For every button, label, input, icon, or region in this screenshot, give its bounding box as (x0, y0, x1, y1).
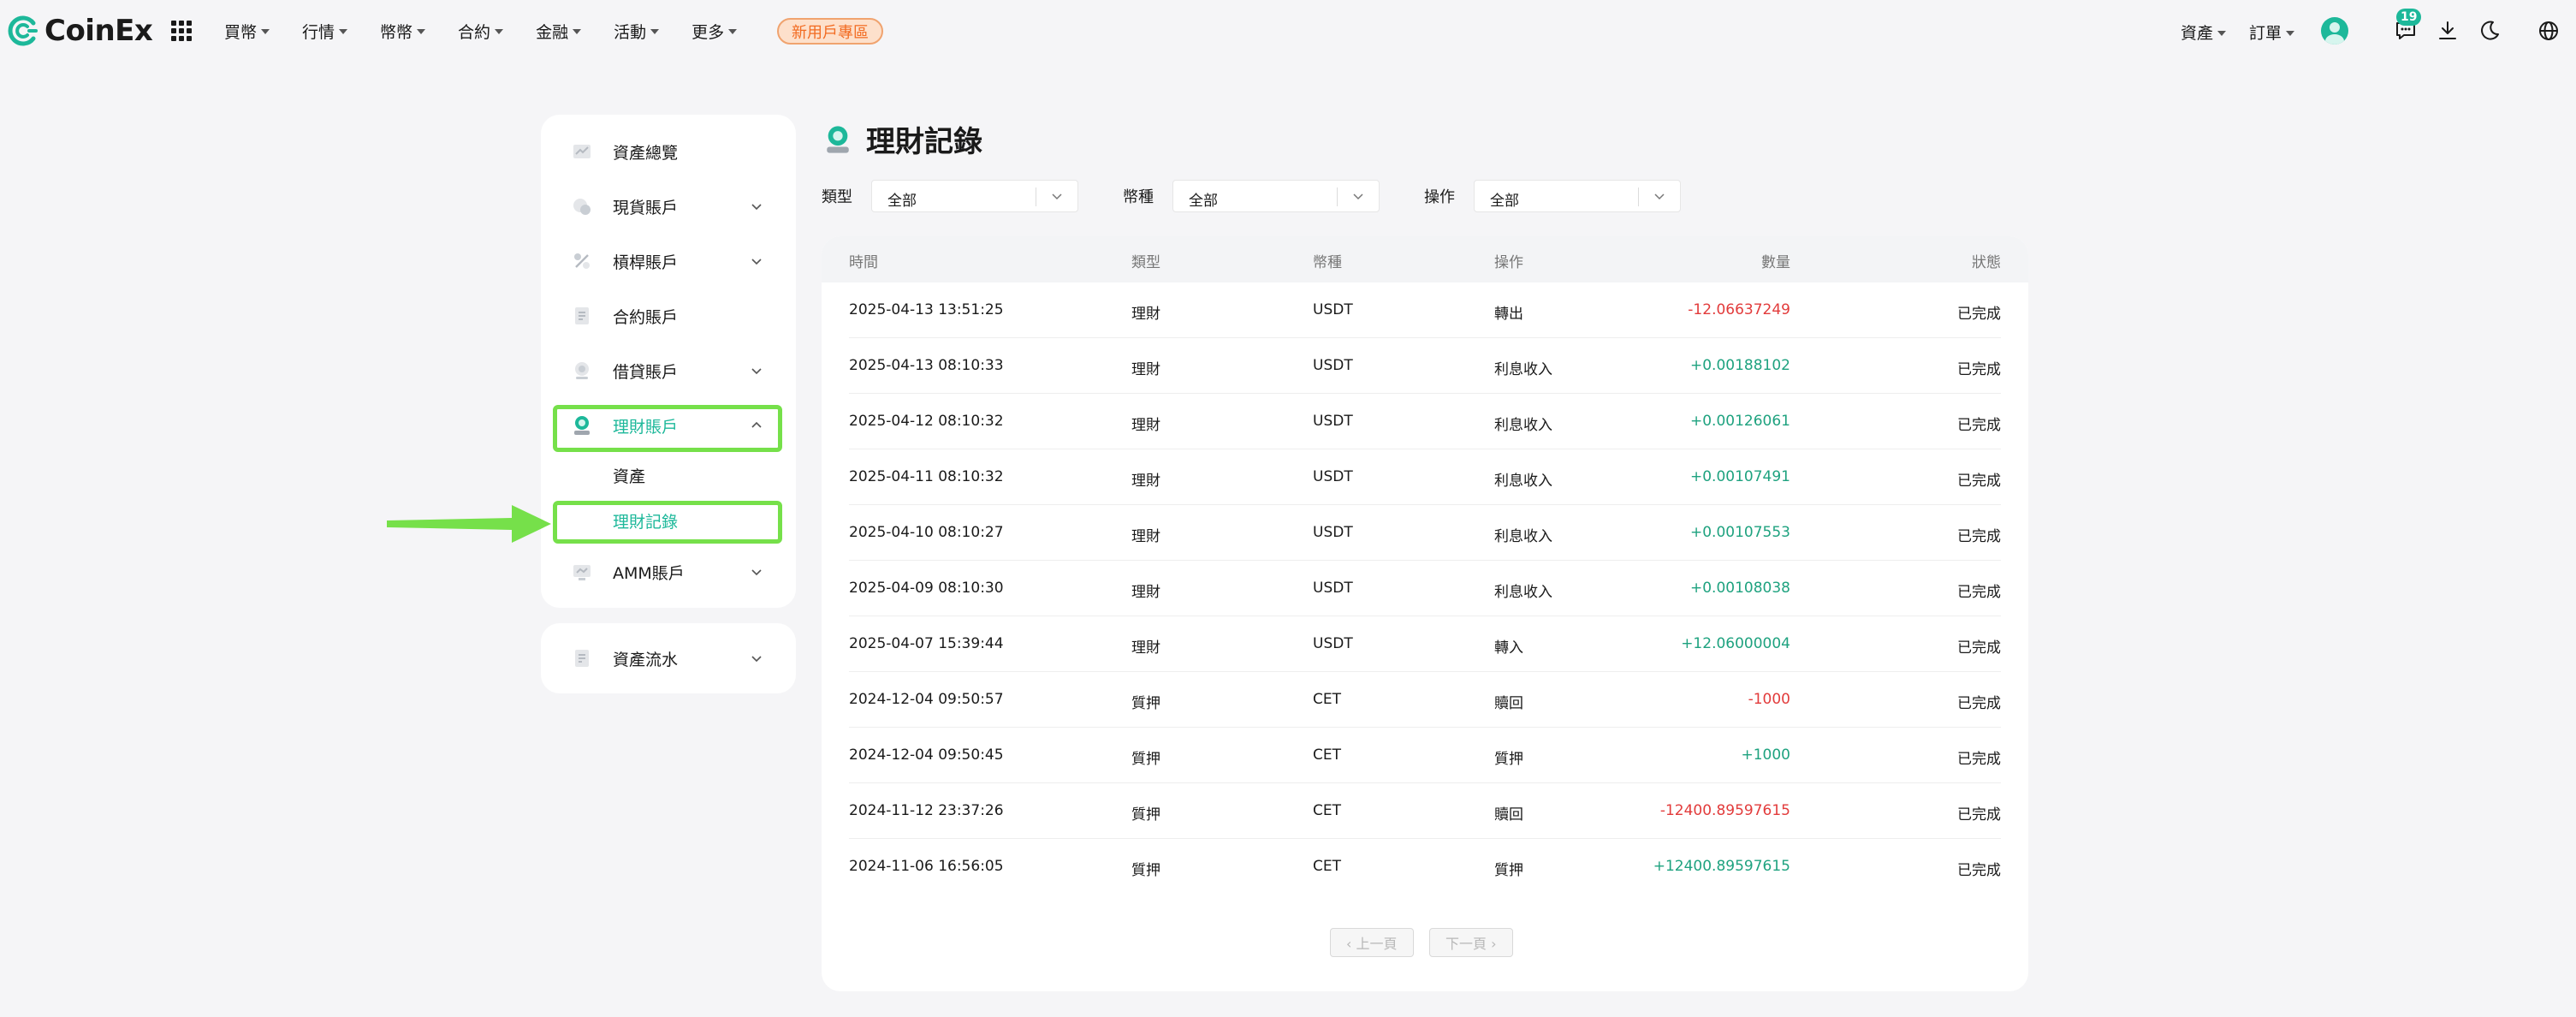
table-row: 2024-11-12 23:37:26 質押 CET 贖回 -12400.895… (822, 783, 2028, 839)
chevron-down-icon (751, 259, 762, 265)
chevron-down-icon (495, 29, 504, 34)
futures-icon (575, 307, 589, 324)
table-row: 2025-04-12 08:10:32 理財 USDT 利息收入 +0.0012… (822, 394, 2028, 449)
column-header-amount: 數量 (1761, 254, 1790, 271)
column-header-operation: 操作 (1494, 254, 1523, 271)
top-nav: CoinEx 買幣 行情 幣幣 合約 金融 活動 更多 新用戶專區 資產 訂單 … (0, 0, 2576, 62)
highlight-box-financial-records (553, 501, 782, 544)
notification-badge: 19 (2396, 9, 2422, 26)
column-header-type: 類型 (1131, 254, 1160, 271)
sidebar-subitem-assets[interactable]: 資產 (613, 464, 645, 487)
chevron-down-icon (751, 204, 762, 211)
sidebar-item-spot[interactable]: 現貨賬戶 (541, 182, 796, 230)
table-row: 2025-04-10 08:10:27 理財 USDT 利息收入 +0.0010… (822, 505, 2028, 561)
nav-futures[interactable]: 合約 (458, 20, 504, 43)
chevron-down-icon (728, 29, 738, 34)
next-page-button[interactable]: 下一頁 › (1429, 928, 1513, 957)
moon-icon[interactable] (2478, 19, 2502, 43)
coinex-logo-icon (8, 15, 38, 46)
prev-page-button[interactable]: ‹ 上一頁 (1330, 928, 1414, 957)
brand-name: CoinEx (45, 14, 153, 48)
filter-type-select[interactable]: 全部 (871, 180, 1078, 212)
sidebar-item-amm[interactable]: AMM賬戶 (541, 548, 796, 596)
globe-icon[interactable] (2537, 19, 2561, 43)
download-icon[interactable] (2436, 19, 2460, 43)
financial-records-table: 時間 類型 幣種 操作 數量 狀態 2025-04-13 13:51:25 理財… (822, 236, 2028, 991)
table-row: 2024-11-06 16:56:05 質押 CET 質押 +12400.895… (849, 858, 2001, 879)
chevron-down-icon (339, 29, 348, 34)
chevron-down-icon (1052, 193, 1062, 200)
new-user-promo-button[interactable]: 新用戶專區 (777, 18, 883, 45)
sidebar-item-margin[interactable]: 槓桿賬戶 (541, 237, 796, 285)
table-row: 2025-04-13 13:51:25 理財 USDT 轉出 -12.06637… (822, 282, 2028, 338)
table-header: 時間 類型 幣種 操作 數量 狀態 (822, 236, 2028, 282)
table-row: 2025-04-09 08:10:30 理財 USDT 利息收入 +0.0010… (822, 561, 2028, 616)
nav-spot[interactable]: 幣幣 (380, 20, 426, 43)
nav-markets[interactable]: 行情 (302, 20, 348, 43)
filter-coin-label: 幣種 (1123, 188, 1154, 206)
margin-icon (574, 253, 590, 269)
column-header-time: 時間 (849, 254, 878, 271)
nav-assets[interactable]: 資產 (2181, 21, 2227, 44)
overview-icon (573, 145, 591, 158)
filter-type-label: 類型 (822, 188, 852, 206)
chevron-down-icon (751, 656, 762, 663)
page-title: 理財記錄 (866, 125, 982, 159)
nav-finance[interactable]: 金融 (536, 20, 582, 43)
filter-operation-select[interactable]: 全部 (1474, 180, 1681, 212)
chevron-down-icon (261, 29, 270, 34)
spot-icon (573, 199, 591, 215)
chevron-down-icon (751, 569, 762, 576)
page-header: 理財記錄 (823, 118, 982, 160)
nav-orders[interactable]: 訂單 (2249, 21, 2295, 44)
chevron-down-icon (1353, 193, 1363, 200)
chevron-down-icon (751, 368, 762, 375)
sidebar-item-asset-flow[interactable]: 資產流水 (541, 634, 796, 682)
column-header-coin: 幣種 (1313, 254, 1342, 271)
chevron-down-icon (650, 29, 660, 34)
table-row: 2024-12-04 09:50:57 質押 CET 贖回 -1000 已完成 (822, 672, 2028, 728)
nav-buy-crypto[interactable]: 買幣 (224, 20, 270, 43)
avatar[interactable] (2321, 17, 2348, 45)
filter-operation-label: 操作 (1424, 188, 1455, 206)
table-row: 2025-04-13 08:10:33 理財 USDT 利息收入 +0.0018… (822, 338, 2028, 394)
financial-icon (827, 125, 849, 153)
nav-more[interactable]: 更多 (691, 20, 738, 43)
column-header-status: 狀態 (1972, 254, 2001, 271)
sidebar-item-overview[interactable]: 資產總覽 (541, 128, 796, 175)
loan-icon (575, 362, 589, 379)
table-row: 2024-12-04 09:50:45 質押 CET 質押 +1000 已完成 (822, 728, 2028, 783)
logo[interactable]: CoinEx (7, 14, 153, 48)
main-menu: 買幣 行情 幣幣 合約 金融 活動 更多 (224, 17, 769, 45)
ledger-icon (575, 650, 589, 667)
filter-coin-select[interactable]: 全部 (1172, 180, 1380, 212)
chevron-down-icon (2286, 30, 2295, 36)
chevron-down-icon (573, 29, 582, 34)
pointer-arrow-icon (387, 505, 551, 543)
chevron-down-icon (2217, 30, 2227, 36)
amm-icon (573, 565, 591, 580)
table-row: 2025-04-11 08:10:32 理財 USDT 利息收入 +0.0010… (822, 449, 2028, 505)
apps-grid-icon[interactable] (171, 21, 192, 41)
table-row: 2025-04-07 15:39:44 理財 USDT 轉入 +12.06000… (822, 616, 2028, 672)
chevron-down-icon (1654, 193, 1665, 200)
nav-activities[interactable]: 活動 (614, 20, 660, 43)
chevron-down-icon (417, 29, 426, 34)
highlight-box-financial-account (553, 405, 782, 452)
sidebar-item-loan[interactable]: 借貸賬戶 (541, 347, 796, 395)
ledger-card: 資產流水 (541, 623, 796, 693)
sidebar-item-futures[interactable]: 合約賬戶 (541, 292, 796, 340)
